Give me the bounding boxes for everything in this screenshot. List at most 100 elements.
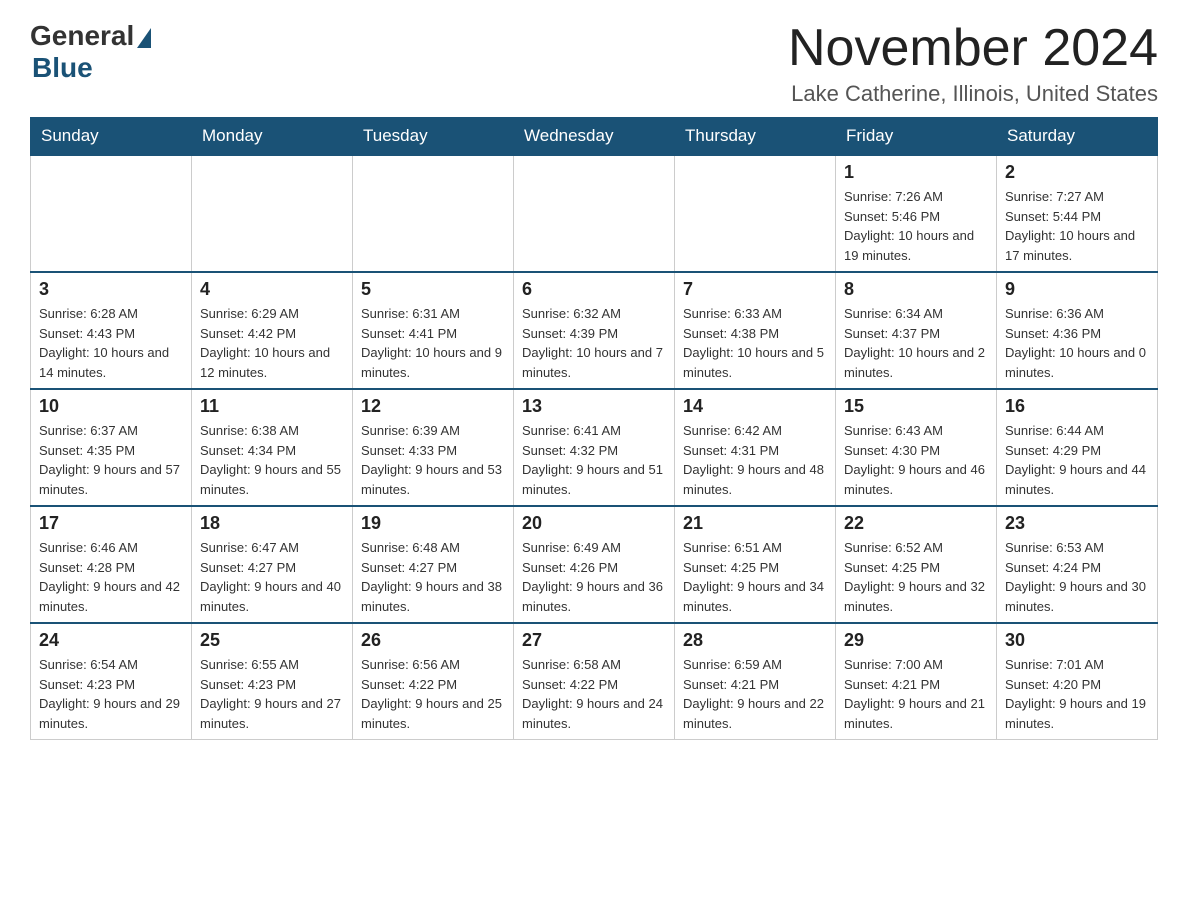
day-number: 15 bbox=[844, 396, 988, 417]
calendar-cell: 5Sunrise: 6:31 AMSunset: 4:41 PMDaylight… bbox=[353, 272, 514, 389]
month-year-title: November 2024 bbox=[788, 20, 1158, 77]
calendar-cell bbox=[675, 155, 836, 272]
day-info: Sunrise: 6:49 AMSunset: 4:26 PMDaylight:… bbox=[522, 538, 666, 616]
calendar-cell: 28 Sunrise: 6:59 AMSunset: 4:21 PMDayligh… bbox=[675, 623, 836, 740]
day-info: Sunrise: 6:39 AMSunset: 4:33 PMDaylight:… bbox=[361, 421, 505, 499]
day-number: 18 bbox=[200, 513, 344, 534]
day-number: 24 bbox=[39, 630, 183, 651]
title-block: November 2024 Lake Catherine, Illinois, … bbox=[788, 20, 1158, 107]
day-info: Sunrise: 6:32 AMSunset: 4:39 PMDaylight:… bbox=[522, 304, 666, 382]
day-info: Sunrise: 6:54 AMSunset: 4:23 PMDaylight:… bbox=[39, 655, 183, 733]
day-info: Sunrise: 6:38 AMSunset: 4:34 PMDaylight:… bbox=[200, 421, 344, 499]
calendar-cell: 9 Sunrise: 6:36 AMSunset: 4:36 PMDaylight… bbox=[997, 272, 1158, 389]
day-number: 28 bbox=[683, 630, 827, 651]
day-number: 5 bbox=[361, 279, 505, 300]
calendar-cell: 19 Sunrise: 6:48 AMSunset: 4:27 PMDayligh… bbox=[353, 506, 514, 623]
day-number: 6 bbox=[522, 279, 666, 300]
day-info: Sunrise: 6:42 AMSunset: 4:31 PMDaylight:… bbox=[683, 421, 827, 499]
day-number: 3 bbox=[39, 279, 183, 300]
day-number: 2 bbox=[1005, 162, 1149, 183]
day-number: 11 bbox=[200, 396, 344, 417]
day-info: Sunrise: 7:00 AMSunset: 4:21 PMDaylight:… bbox=[844, 655, 988, 733]
calendar-cell: 1Sunrise: 7:26 AMSunset: 5:46 PMDaylight… bbox=[836, 155, 997, 272]
calendar-cell: 8Sunrise: 6:34 AMSunset: 4:37 PMDaylight… bbox=[836, 272, 997, 389]
calendar-cell: 30 Sunrise: 7:01 AMSunset: 4:20 PMDayligh… bbox=[997, 623, 1158, 740]
calendar-cell bbox=[192, 155, 353, 272]
calendar-cell bbox=[353, 155, 514, 272]
day-info: Sunrise: 6:37 AMSunset: 4:35 PMDaylight:… bbox=[39, 421, 183, 499]
day-info: Sunrise: 6:41 AMSunset: 4:32 PMDaylight:… bbox=[522, 421, 666, 499]
weekday-header-wednesday: Wednesday bbox=[514, 118, 675, 156]
calendar-cell: 22Sunrise: 6:52 AMSunset: 4:25 PMDayligh… bbox=[836, 506, 997, 623]
weekday-header-thursday: Thursday bbox=[675, 118, 836, 156]
calendar-cell bbox=[514, 155, 675, 272]
logo-triangle-icon bbox=[137, 28, 151, 48]
day-info: Sunrise: 6:43 AMSunset: 4:30 PMDaylight:… bbox=[844, 421, 988, 499]
day-number: 29 bbox=[844, 630, 988, 651]
logo: General Blue bbox=[30, 20, 151, 84]
calendar-cell: 16 Sunrise: 6:44 AMSunset: 4:29 PMDayligh… bbox=[997, 389, 1158, 506]
weekday-header-row: SundayMondayTuesdayWednesdayThursdayFrid… bbox=[31, 118, 1158, 156]
calendar-cell: 23Sunrise: 6:53 AMSunset: 4:24 PMDayligh… bbox=[997, 506, 1158, 623]
page-header: General Blue November 2024 Lake Catherin… bbox=[30, 20, 1158, 107]
day-info: Sunrise: 6:36 AMSunset: 4:36 PMDaylight:… bbox=[1005, 304, 1149, 382]
day-info: Sunrise: 7:01 AMSunset: 4:20 PMDaylight:… bbox=[1005, 655, 1149, 733]
day-number: 12 bbox=[361, 396, 505, 417]
calendar-cell: 3 Sunrise: 6:28 AMSunset: 4:43 PMDaylight… bbox=[31, 272, 192, 389]
calendar-cell: 6 Sunrise: 6:32 AMSunset: 4:39 PMDaylight… bbox=[514, 272, 675, 389]
weekday-header-sunday: Sunday bbox=[31, 118, 192, 156]
calendar-cell: 18Sunrise: 6:47 AMSunset: 4:27 PMDayligh… bbox=[192, 506, 353, 623]
day-number: 25 bbox=[200, 630, 344, 651]
week-row-2: 3 Sunrise: 6:28 AMSunset: 4:43 PMDaylight… bbox=[31, 272, 1158, 389]
calendar-cell: 21 Sunrise: 6:51 AMSunset: 4:25 PMDayligh… bbox=[675, 506, 836, 623]
day-number: 21 bbox=[683, 513, 827, 534]
day-info: Sunrise: 6:46 AMSunset: 4:28 PMDaylight:… bbox=[39, 538, 183, 616]
day-number: 26 bbox=[361, 630, 505, 651]
calendar-cell: 15 Sunrise: 6:43 AMSunset: 4:30 PMDayligh… bbox=[836, 389, 997, 506]
calendar-cell: 12 Sunrise: 6:39 AMSunset: 4:33 PMDayligh… bbox=[353, 389, 514, 506]
day-info: Sunrise: 6:59 AMSunset: 4:21 PMDaylight:… bbox=[683, 655, 827, 733]
day-number: 30 bbox=[1005, 630, 1149, 651]
day-number: 16 bbox=[1005, 396, 1149, 417]
week-row-3: 10 Sunrise: 6:37 AMSunset: 4:35 PMDayligh… bbox=[31, 389, 1158, 506]
day-info: Sunrise: 6:29 AMSunset: 4:42 PMDaylight:… bbox=[200, 304, 344, 382]
day-info: Sunrise: 6:34 AMSunset: 4:37 PMDaylight:… bbox=[844, 304, 988, 382]
day-info: Sunrise: 6:44 AMSunset: 4:29 PMDaylight:… bbox=[1005, 421, 1149, 499]
day-number: 27 bbox=[522, 630, 666, 651]
day-number: 23 bbox=[1005, 513, 1149, 534]
calendar-cell bbox=[31, 155, 192, 272]
day-number: 9 bbox=[1005, 279, 1149, 300]
day-info: Sunrise: 6:28 AMSunset: 4:43 PMDaylight:… bbox=[39, 304, 183, 382]
day-info: Sunrise: 6:58 AMSunset: 4:22 PMDaylight:… bbox=[522, 655, 666, 733]
day-info: Sunrise: 7:26 AMSunset: 5:46 PMDaylight:… bbox=[844, 187, 988, 265]
day-number: 4 bbox=[200, 279, 344, 300]
calendar-cell: 13 Sunrise: 6:41 AMSunset: 4:32 PMDayligh… bbox=[514, 389, 675, 506]
calendar-cell: 7 Sunrise: 6:33 AMSunset: 4:38 PMDaylight… bbox=[675, 272, 836, 389]
day-number: 19 bbox=[361, 513, 505, 534]
week-row-5: 24 Sunrise: 6:54 AMSunset: 4:23 PMDayligh… bbox=[31, 623, 1158, 740]
location-subtitle: Lake Catherine, Illinois, United States bbox=[788, 81, 1158, 107]
day-number: 10 bbox=[39, 396, 183, 417]
weekday-header-tuesday: Tuesday bbox=[353, 118, 514, 156]
calendar-cell: 2Sunrise: 7:27 AMSunset: 5:44 PMDaylight… bbox=[997, 155, 1158, 272]
calendar-cell: 26Sunrise: 6:56 AMSunset: 4:22 PMDayligh… bbox=[353, 623, 514, 740]
day-number: 17 bbox=[39, 513, 183, 534]
weekday-header-friday: Friday bbox=[836, 118, 997, 156]
day-number: 7 bbox=[683, 279, 827, 300]
calendar-cell: 10 Sunrise: 6:37 AMSunset: 4:35 PMDayligh… bbox=[31, 389, 192, 506]
day-number: 20 bbox=[522, 513, 666, 534]
calendar-cell: 14Sunrise: 6:42 AMSunset: 4:31 PMDayligh… bbox=[675, 389, 836, 506]
day-number: 13 bbox=[522, 396, 666, 417]
calendar-table: SundayMondayTuesdayWednesdayThursdayFrid… bbox=[30, 117, 1158, 740]
calendar-cell: 20 Sunrise: 6:49 AMSunset: 4:26 PMDayligh… bbox=[514, 506, 675, 623]
week-row-4: 17 Sunrise: 6:46 AMSunset: 4:28 PMDayligh… bbox=[31, 506, 1158, 623]
week-row-1: 1Sunrise: 7:26 AMSunset: 5:46 PMDaylight… bbox=[31, 155, 1158, 272]
day-info: Sunrise: 6:52 AMSunset: 4:25 PMDaylight:… bbox=[844, 538, 988, 616]
day-info: Sunrise: 6:55 AMSunset: 4:23 PMDaylight:… bbox=[200, 655, 344, 733]
calendar-cell: 11 Sunrise: 6:38 AMSunset: 4:34 PMDayligh… bbox=[192, 389, 353, 506]
day-info: Sunrise: 6:33 AMSunset: 4:38 PMDaylight:… bbox=[683, 304, 827, 382]
logo-blue-text: Blue bbox=[32, 52, 93, 84]
day-info: Sunrise: 6:48 AMSunset: 4:27 PMDaylight:… bbox=[361, 538, 505, 616]
weekday-header-saturday: Saturday bbox=[997, 118, 1158, 156]
day-info: Sunrise: 6:51 AMSunset: 4:25 PMDaylight:… bbox=[683, 538, 827, 616]
